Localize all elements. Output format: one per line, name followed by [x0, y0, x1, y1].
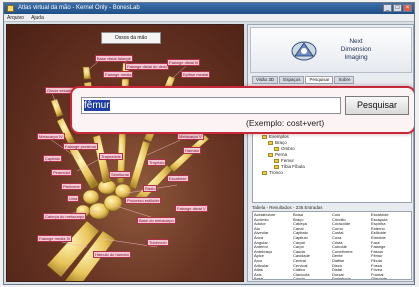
anatomy-label[interactable]: Metacarpo IV: [37, 133, 65, 140]
results-column: Escafóide Escápula Espinha Esterno Estiloide…: [371, 213, 410, 279]
results-column: Acetabulum Acrômio Adutor Ala Alveolar Anca An…: [254, 213, 293, 279]
anatomy-label[interactable]: Epífise medial: [181, 71, 211, 78]
maximize-button[interactable]: □: [393, 4, 402, 12]
folder-icon: [268, 153, 273, 157]
anatomy-label[interactable]: Base distal falange: [95, 55, 133, 62]
anatomy-label[interactable]: Escafóide: [167, 175, 189, 182]
anatomy-label[interactable]: Capitato: [43, 155, 62, 162]
menu-help[interactable]: Ajuda: [31, 15, 44, 21]
window-title: Atlas virtual da mão - Kernel Only - Bon…: [18, 5, 140, 11]
anatomy-label[interactable]: Hâmulo do hamato: [93, 251, 131, 258]
results-cell[interactable]: Glenóide: [371, 277, 410, 279]
minimize-button[interactable]: _: [383, 4, 392, 12]
menu-file[interactable]: Arquivo: [7, 15, 24, 21]
atlas-tree[interactable]: Atlas (3) Exemplos Braço Ombro Perna Fem…: [252, 125, 412, 203]
results-column: Bolsa Braço Cabeça Canal Capitato Capitulo Car…: [293, 213, 332, 279]
anatomy-label[interactable]: Cabeça do metacarpo: [43, 213, 87, 220]
logo-text-line: Next: [349, 38, 363, 45]
anatomy-label[interactable]: Falange proximal: [63, 143, 98, 150]
tab-search[interactable]: Pesquisar: [305, 76, 334, 84]
anatomy-label[interactable]: Falange distal III: [167, 59, 201, 66]
anatomy-label[interactable]: Falange media: [103, 71, 134, 78]
tab-spaces[interactable]: Espaços: [279, 76, 305, 84]
app-window: Atlas virtual da mão - Kernel Only - Bon…: [3, 2, 415, 285]
anatomy-label[interactable]: Ulna: [67, 195, 80, 202]
tab-about[interactable]: Sobre: [334, 76, 355, 84]
app-icon: [7, 5, 14, 12]
anatomy-label[interactable]: Tubérculo: [147, 239, 169, 246]
search-hint: (Exemplo: cost+vert): [246, 118, 325, 128]
anatomy-label[interactable]: Falange media IV: [37, 235, 73, 242]
results-grid[interactable]: Acetabulum Acrômio Adutor Ala Alveolar Anca An…: [252, 211, 412, 280]
panel-tabs: Visão 3D Espaços Pesquisar Sobre: [252, 76, 355, 84]
search-input[interactable]: fêmur: [81, 97, 341, 114]
menu-bar: Arquivo Ajuda: [4, 14, 414, 22]
anatomy-label[interactable]: Hamato: [183, 147, 202, 154]
folder-icon: [262, 135, 267, 139]
side-panel: Next Dimension Imaging Visão 3D Espaços …: [247, 24, 414, 282]
anatomy-label[interactable]: Trapezóide: [99, 153, 123, 160]
logo-text-line: Dimension: [340, 46, 372, 53]
anatomy-label[interactable]: Trapézio: [147, 159, 167, 166]
tab-3d-view[interactable]: Visão 3D: [252, 76, 279, 84]
anatomy-label[interactable]: Pisiforme: [61, 183, 82, 190]
logo-mark-icon: [291, 41, 317, 61]
anatomy-label[interactable]: Metacarpo V: [177, 133, 204, 140]
anatomy-label[interactable]: Rádio: [143, 185, 158, 192]
results-cell[interactable]: Cóccix: [293, 277, 332, 279]
folder-icon: [262, 171, 267, 175]
anatomy-label[interactable]: Falange distal V: [175, 205, 208, 212]
3d-viewport[interactable]: Ossos da mão Base distal falange Falange…: [6, 24, 244, 282]
brand-logo: Next Dimension Imaging: [250, 27, 412, 73]
anatomy-label[interactable]: Processo estiloide: [125, 197, 162, 204]
view-title-button[interactable]: Ossos da mão: [101, 32, 161, 44]
anatomy-label[interactable]: Falange distal do dedo: [125, 63, 170, 70]
tree-node[interactable]: Tronco: [256, 170, 408, 176]
results-count: Tabela - Resultados - 235 Entradas: [252, 205, 323, 210]
anatomy-label[interactable]: Semilunar: [109, 171, 132, 178]
folder-icon: [274, 147, 279, 151]
folder-icon: [268, 141, 273, 145]
anatomy-label[interactable]: Piramidal: [51, 169, 72, 176]
results-cell[interactable]: Eminência: [332, 277, 371, 279]
close-button[interactable]: ×: [403, 4, 412, 12]
search-input-value[interactable]: fêmur: [84, 100, 110, 111]
folder-icon: [274, 165, 279, 169]
search-button[interactable]: Pesquisar: [345, 96, 409, 115]
search-callout: fêmur Pesquisar (Exemplo: cost+vert): [70, 86, 414, 134]
title-bar: Atlas virtual da mão - Kernel Only - Bon…: [4, 3, 414, 14]
folder-icon: [274, 159, 279, 163]
results-column: Colo Côndilo Coracóide Corno Costal Coxa Crist…: [332, 213, 371, 279]
results-cell[interactable]: Base: [254, 277, 293, 279]
logo-text-line: Imaging: [344, 54, 368, 61]
anatomy-label[interactable]: Base do metacarpo: [137, 217, 176, 224]
